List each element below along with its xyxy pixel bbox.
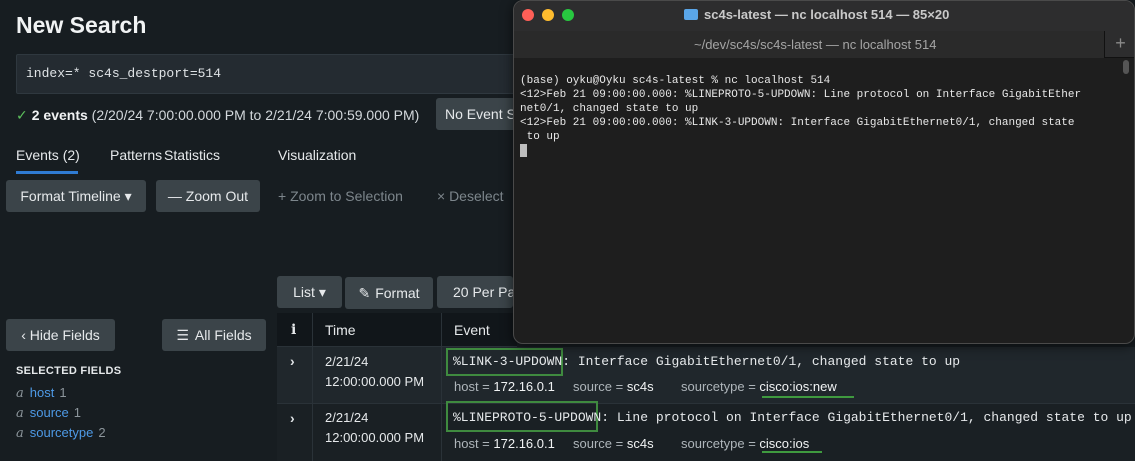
terminal-title: sc4s-latest — nc localhost 514 — 85×20 bbox=[684, 7, 949, 22]
new-tab-button[interactable]: + bbox=[1104, 31, 1134, 58]
splunk-search-screen: New Search index=* sc4s_destport=514 ✓ 2 … bbox=[0, 0, 1135, 461]
list-icon: ☰ bbox=[176, 326, 189, 343]
event-clock: 12:00:00.000 PM bbox=[325, 430, 425, 445]
info-column-header: i bbox=[291, 322, 297, 338]
field-name[interactable]: sourcetype bbox=[30, 425, 94, 440]
all-fields-button[interactable]: ☰ All Fields bbox=[162, 319, 266, 351]
field-count: 1 bbox=[73, 405, 82, 420]
event-source[interactable]: source = sc4s bbox=[573, 436, 654, 451]
source-label: source = bbox=[573, 379, 627, 394]
text-cursor bbox=[520, 144, 527, 157]
zoom-to-selection-button[interactable]: + Zoom to Selection bbox=[278, 188, 403, 204]
event-time: 2/21/24 12:00:00.000 PM bbox=[325, 352, 424, 392]
event-host[interactable]: host = 172.16.0.1 bbox=[454, 436, 555, 451]
field-name[interactable]: source bbox=[30, 405, 69, 420]
terminal-line: <12>Feb 21 09:00:00.000: %LINEPROTO-5-UP… bbox=[520, 89, 1082, 101]
terminal-line: <12>Feb 21 09:00:00.000: %LINK-3-UPDOWN:… bbox=[520, 117, 1075, 129]
field-sourcetype[interactable]: a sourcetype 2 bbox=[16, 425, 106, 441]
row-divider bbox=[277, 403, 1135, 404]
event-tag: %LINEPROTO-5-UPDOWN: bbox=[453, 410, 610, 425]
event-source[interactable]: source = sc4s bbox=[573, 379, 654, 394]
minimize-icon[interactable] bbox=[542, 9, 554, 21]
all-fields-label: All Fields bbox=[194, 327, 252, 343]
event-host[interactable]: host = 172.16.0.1 bbox=[454, 379, 555, 394]
terminal-title-text: sc4s-latest — nc localhost 514 — 85×20 bbox=[704, 7, 950, 22]
event-message: Line protocol on Interface GigabitEthern… bbox=[609, 410, 1132, 425]
host-value[interactable]: 172.16.0.1 bbox=[493, 436, 554, 451]
terminal-output[interactable]: (base) oyku@Oyku sc4s-latest % nc localh… bbox=[520, 60, 1116, 188]
field-source[interactable]: a source 1 bbox=[16, 405, 81, 421]
source-label: source = bbox=[573, 436, 627, 451]
field-type-icon: a bbox=[16, 426, 24, 441]
field-type-icon: a bbox=[16, 406, 24, 421]
maximize-icon[interactable] bbox=[562, 9, 574, 21]
format-timeline-button[interactable]: Format Timeline ▾ bbox=[6, 180, 146, 212]
event-time: 2/21/24 12:00:00.000 PM bbox=[325, 408, 424, 448]
list-view-button[interactable]: List ▾ bbox=[277, 276, 342, 308]
host-value[interactable]: 172.16.0.1 bbox=[493, 379, 554, 394]
event-sourcetype[interactable]: sourcetype = cisco:ios bbox=[681, 436, 809, 451]
close-icon[interactable] bbox=[522, 9, 534, 21]
sourcetype-underline bbox=[762, 396, 854, 398]
host-label: host = bbox=[454, 436, 494, 451]
sourcetype-label: sourcetype = bbox=[681, 436, 760, 451]
event-sourcetype[interactable]: sourcetype = cisco:ios:new bbox=[681, 379, 837, 394]
scrollbar-thumb[interactable] bbox=[1123, 60, 1129, 74]
format-label: Format bbox=[375, 285, 420, 301]
event-text[interactable]: %LINEPROTO-5-UPDOWN: Line protocol on In… bbox=[453, 410, 1132, 425]
deselect-button[interactable]: × Deselect bbox=[437, 188, 504, 204]
hide-fields-button[interactable]: ‹ Hide Fields bbox=[6, 319, 115, 351]
sourcetype-underline bbox=[762, 451, 822, 453]
event-date: 2/21/24 bbox=[325, 354, 369, 369]
tab-events[interactable]: Events (2) bbox=[16, 147, 80, 163]
terminal-line: net0/1, changed state to up bbox=[520, 103, 699, 115]
page-title: New Search bbox=[16, 12, 147, 38]
sourcetype-value[interactable]: cisco:ios bbox=[759, 436, 809, 451]
zoom-out-button[interactable]: — Zoom Out bbox=[156, 180, 260, 212]
event-date: 2/21/24 bbox=[325, 410, 369, 425]
pencil-icon: ✎ bbox=[358, 284, 371, 301]
host-label: host = bbox=[454, 379, 494, 394]
time-column-header[interactable]: Time bbox=[325, 322, 356, 338]
event-message: Interface GigabitEthernet0/1, changed st… bbox=[570, 354, 961, 369]
terminal-tab-label: ~/dev/sc4s/sc4s-latest — nc localhost 51… bbox=[694, 37, 937, 52]
field-name[interactable]: host bbox=[30, 385, 55, 400]
source-value[interactable]: sc4s bbox=[627, 436, 654, 451]
event-column-header[interactable]: Event bbox=[454, 322, 490, 338]
field-count: 2 bbox=[98, 425, 106, 440]
per-page-button[interactable]: 20 Per Page bbox=[437, 276, 513, 308]
tab-visualization[interactable]: Visualization bbox=[278, 147, 356, 163]
active-tab-indicator bbox=[16, 171, 78, 174]
column-divider bbox=[441, 347, 442, 461]
terminal-scrollbar[interactable] bbox=[1123, 60, 1129, 334]
terminal-prompt-line bbox=[520, 144, 1116, 160]
field-host[interactable]: a host 1 bbox=[16, 385, 67, 401]
event-tag: %LINK-3-UPDOWN: bbox=[453, 354, 571, 369]
terminal-line: (base) oyku@Oyku sc4s-latest % nc localh… bbox=[520, 75, 831, 87]
search-input[interactable]: index=* sc4s_destport=514 bbox=[16, 54, 536, 94]
column-divider bbox=[312, 347, 313, 461]
event-summary: ✓ 2 events (2/20/24 7:00:00.000 PM to 2/2… bbox=[16, 107, 419, 124]
event-clock: 12:00:00.000 PM bbox=[325, 374, 425, 389]
terminal-window[interactable]: sc4s-latest — nc localhost 514 — 85×20 ~… bbox=[513, 0, 1135, 344]
expand-chevron-icon[interactable]: › bbox=[290, 353, 295, 369]
expand-chevron-icon[interactable]: › bbox=[290, 410, 295, 426]
sourcetype-value[interactable]: cisco:ios:new bbox=[759, 379, 836, 394]
time-range: (2/20/24 7:00:00.000 PM to 2/21/24 7:00:… bbox=[91, 107, 420, 123]
format-button[interactable]: ✎ Format bbox=[345, 277, 433, 309]
selected-fields-heading: SELECTED FIELDS bbox=[16, 365, 122, 377]
field-count: 1 bbox=[59, 385, 67, 400]
source-value[interactable]: sc4s bbox=[627, 379, 654, 394]
check-icon: ✓ bbox=[16, 107, 28, 123]
event-text[interactable]: %LINK-3-UPDOWN: Interface GigabitEtherne… bbox=[453, 354, 960, 369]
folder-icon bbox=[684, 9, 698, 20]
terminal-line: to up bbox=[520, 131, 560, 143]
tab-statistics[interactable]: Statistics bbox=[164, 147, 220, 163]
event-count: 2 events bbox=[31, 107, 88, 123]
field-type-icon: a bbox=[16, 386, 24, 401]
tab-patterns[interactable]: Patterns bbox=[110, 147, 162, 163]
sourcetype-label: sourcetype = bbox=[681, 379, 760, 394]
